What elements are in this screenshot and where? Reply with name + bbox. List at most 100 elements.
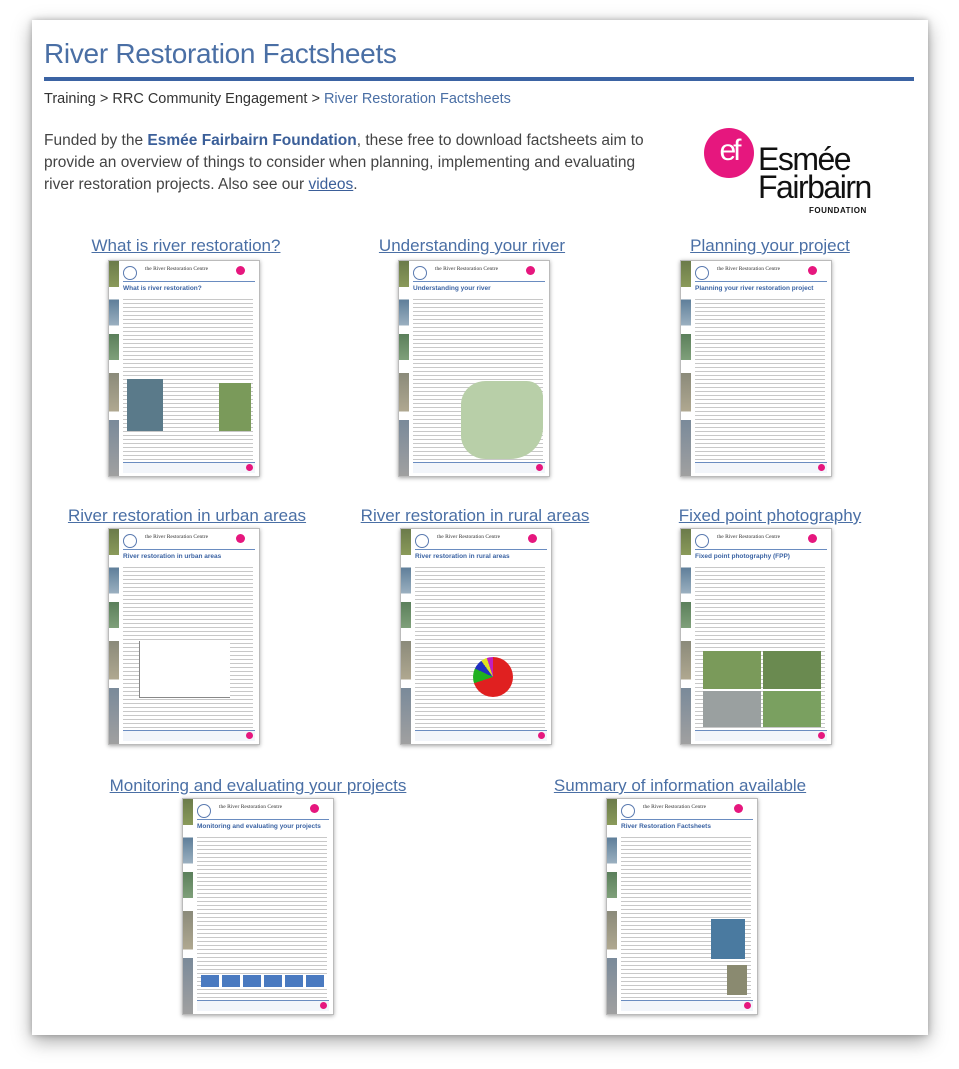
- thumb-photo: [703, 691, 761, 727]
- ef-logo-icon: [526, 266, 535, 275]
- factsheet-link[interactable]: Understanding your river: [370, 236, 574, 256]
- thumb-footer: [413, 462, 545, 473]
- thumb-photo: [711, 919, 745, 959]
- thumb-photo: [727, 965, 747, 995]
- factsheet-link[interactable]: River restoration in urban areas: [56, 506, 318, 526]
- photo-strip: [681, 529, 691, 744]
- thumb-footer: [123, 730, 255, 741]
- thumb-text: [197, 835, 327, 998]
- page-title: River Restoration Factsheets: [44, 38, 397, 69]
- page-card: River Restoration Factsheets Training > …: [32, 20, 928, 1035]
- logo-line-3: FOUNDATION: [809, 206, 867, 215]
- factsheet-thumbnail[interactable]: the River Restoration Centre Understandi…: [398, 260, 550, 477]
- factsheet-monitoring-and-evaluating: Monitoring and evaluating your projects: [88, 776, 428, 796]
- factsheet-thumbnail[interactable]: the River Restoration Centre Planning yo…: [680, 260, 832, 477]
- thumb-title: River Restoration Factsheets: [621, 823, 711, 830]
- ef-logo-icon: [236, 266, 245, 275]
- factsheet-rural-areas: River restoration in rural areas: [344, 506, 606, 526]
- ef-logo-icon: [236, 534, 245, 543]
- thumb-title: Monitoring and evaluating your projects: [197, 823, 321, 830]
- rrc-logo-icon: [621, 804, 635, 818]
- esmee-fairbairn-logo: ef Esmée Fairbairn FOUNDATION: [702, 126, 892, 216]
- thumb-footer: [197, 1000, 329, 1011]
- rrc-logo-icon: [123, 266, 137, 280]
- thumb-chart: [139, 641, 230, 698]
- thumb-map: [461, 381, 543, 459]
- thumb-title: River restoration in rural areas: [415, 553, 510, 560]
- photo-strip: [183, 799, 193, 1014]
- thumb-footer: [695, 730, 827, 741]
- ef-logo-icon: [528, 534, 537, 543]
- breadcrumb-separator: >: [311, 91, 320, 107]
- thumb-text: [415, 565, 545, 728]
- thumb-footer: [123, 462, 255, 473]
- intro-foundation-name: Esmée Fairbairn Foundation: [147, 132, 357, 149]
- photo-strip: [607, 799, 617, 1014]
- logo-line-2: Fairbairn: [758, 169, 872, 205]
- rrc-logo-icon: [695, 266, 709, 280]
- thumb-title: What is river restoration?: [123, 285, 202, 292]
- factsheet-link[interactable]: Fixed point photography: [652, 506, 888, 526]
- ef-logo-icon: [808, 266, 817, 275]
- breadcrumb: Training > RRC Community Engagement > Ri…: [44, 91, 511, 107]
- thumb-title: Fixed point photography (FPP): [695, 553, 790, 560]
- factsheet-thumbnail[interactable]: the River Restoration Centre Fixed point…: [680, 528, 832, 745]
- photo-strip: [401, 529, 411, 744]
- photo-strip: [109, 261, 119, 476]
- thumb-header: the River Restoration Centre: [415, 533, 547, 550]
- thumb-header: the River Restoration Centre: [413, 265, 545, 282]
- thumb-title: Understanding your river: [413, 285, 491, 292]
- videos-link[interactable]: videos: [308, 176, 353, 193]
- factsheet-link[interactable]: What is river restoration?: [84, 236, 288, 256]
- breadcrumb-separator: >: [99, 91, 109, 107]
- photo-strip: [109, 529, 119, 744]
- factsheet-urban-areas: River restoration in urban areas: [56, 506, 318, 526]
- factsheet-link[interactable]: Monitoring and evaluating your projects: [88, 776, 428, 796]
- thumb-header: the River Restoration Centre: [123, 533, 255, 550]
- factsheet-link[interactable]: Summary of information available: [530, 776, 830, 796]
- rrc-logo-icon: [695, 534, 709, 548]
- ef-logo-icon: [310, 804, 319, 813]
- thumb-footer: [415, 730, 547, 741]
- factsheet-summary-of-information: Summary of information available: [530, 776, 830, 796]
- thumb-header: the River Restoration Centre: [695, 533, 827, 550]
- breadcrumb-current: River Restoration Factsheets: [323, 91, 511, 107]
- rrc-logo-icon: [197, 804, 211, 818]
- thumb-text: [695, 297, 825, 460]
- factsheet-fixed-point-photography: Fixed point photography: [652, 506, 888, 526]
- factsheet-understanding-your-river: Understanding your river: [370, 236, 574, 256]
- thumb-footer: [621, 1000, 753, 1011]
- breadcrumb-training[interactable]: Training: [44, 91, 96, 107]
- ef-logo-icon: [734, 804, 743, 813]
- rrc-logo-icon: [415, 534, 429, 548]
- factsheet-planning-your-project: Planning your project: [668, 236, 872, 256]
- thumb-photo: [127, 379, 163, 431]
- thumb-photo: [763, 691, 821, 727]
- intro-paragraph: Funded by the Esmée Fairbairn Foundation…: [44, 130, 664, 196]
- photo-strip: [681, 261, 691, 476]
- photo-strip: [399, 261, 409, 476]
- ef-logo-icon: ef: [704, 128, 754, 178]
- factsheet-thumbnail[interactable]: the River Restoration Centre River resto…: [400, 528, 552, 745]
- factsheet-thumbnail[interactable]: the River Restoration Centre Monitoring …: [182, 798, 334, 1015]
- intro-suffix: .: [353, 176, 358, 193]
- thumb-header: the River Restoration Centre: [123, 265, 255, 282]
- thumb-process-diagram: [201, 975, 327, 987]
- thumb-photo: [219, 383, 251, 431]
- thumb-pie-chart: [473, 657, 513, 697]
- factsheet-link[interactable]: Planning your project: [668, 236, 872, 256]
- title-divider: [44, 77, 914, 81]
- thumb-photo: [703, 651, 761, 689]
- factsheet-thumbnail[interactable]: the River Restoration Centre River resto…: [108, 528, 260, 745]
- thumb-header: the River Restoration Centre: [695, 265, 827, 282]
- factsheet-thumbnail[interactable]: the River Restoration Centre What is riv…: [108, 260, 260, 477]
- factsheet-what-is-river-restoration: What is river restoration?: [84, 236, 288, 256]
- breadcrumb-community-engagement[interactable]: RRC Community Engagement: [112, 91, 307, 107]
- thumb-header: the River Restoration Centre: [197, 803, 329, 820]
- ef-logo-icon: [808, 534, 817, 543]
- factsheet-link[interactable]: River restoration in rural areas: [344, 506, 606, 526]
- factsheet-thumbnail[interactable]: the River Restoration Centre River Resto…: [606, 798, 758, 1015]
- thumb-title: River restoration in urban areas: [123, 553, 222, 560]
- thumb-footer: [695, 462, 827, 473]
- rrc-logo-icon: [123, 534, 137, 548]
